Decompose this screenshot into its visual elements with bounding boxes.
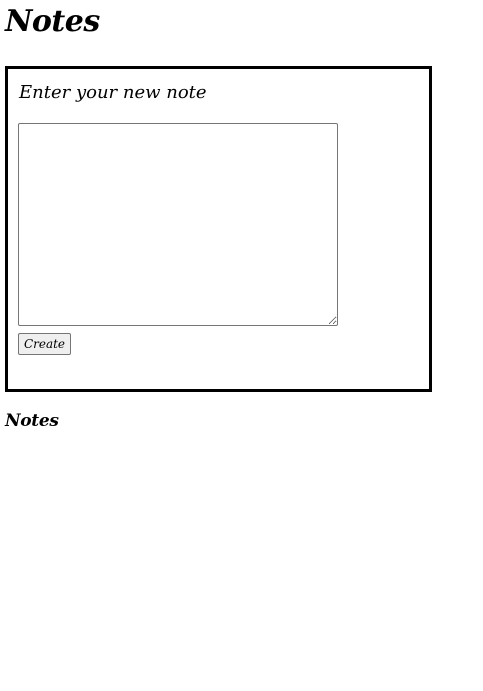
page-title: Notes	[5, 4, 100, 39]
notes-heading: Notes	[5, 411, 59, 431]
create-button[interactable]: Create	[18, 333, 71, 355]
new-note-heading: Enter your new note	[19, 82, 207, 103]
new-note-form: Enter your new note Create	[5, 66, 432, 392]
notes-list	[5, 440, 426, 640]
note-textarea[interactable]	[18, 123, 338, 326]
